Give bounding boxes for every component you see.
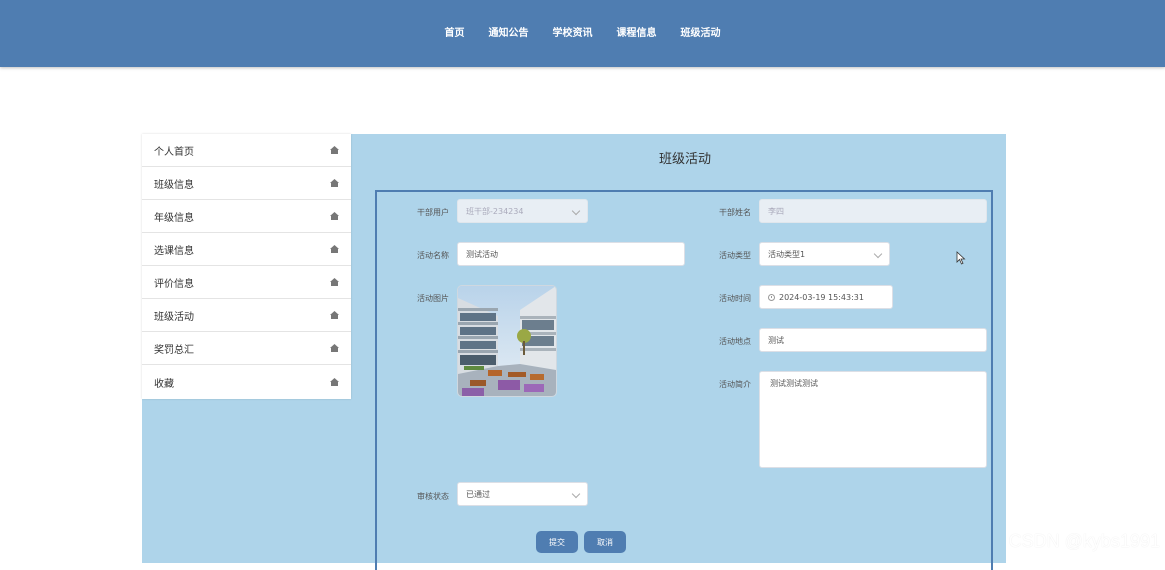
activity-intro-value: 测试测试测试: [770, 379, 818, 388]
activity-name-label: 活动名称: [417, 251, 449, 260]
activity-image[interactable]: [457, 285, 557, 397]
watermark: CSDN @kybs1991: [1008, 531, 1160, 551]
top-nav: 首页 通知公告 学校资讯 课程信息 班级活动: [0, 0, 1165, 67]
activity-type-label: 活动类型: [719, 251, 751, 260]
nav-item-class-activities[interactable]: 班级活动: [669, 0, 733, 67]
home-icon: [330, 245, 339, 253]
cadre-name-field: 李四: [759, 199, 987, 223]
cancel-button[interactable]: 取消: [584, 531, 626, 553]
sidebar-item-rewards-penalties[interactable]: 奖罚总汇: [142, 332, 351, 365]
submit-button[interactable]: 提交: [536, 531, 578, 553]
activity-name-value: 测试活动: [466, 249, 498, 259]
home-icon: [330, 179, 339, 187]
activity-intro-textarea[interactable]: 测试测试测试: [759, 371, 987, 468]
sidebar-item-label: 班级活动: [154, 311, 194, 323]
nav-item-school-news[interactable]: 学校资讯: [541, 0, 605, 67]
sidebar-item-label: 奖罚总汇: [154, 344, 194, 356]
home-icon: [330, 146, 339, 154]
activity-place-value: 测试: [768, 335, 784, 345]
home-icon: [330, 344, 339, 352]
sidebar-item-class-info[interactable]: 班级信息: [142, 167, 351, 200]
activity-intro-label: 活动简介: [719, 380, 751, 389]
cadre-name-label: 干部姓名: [719, 208, 751, 217]
review-status-value: 已通过: [466, 489, 490, 499]
activity-type-select[interactable]: 活动类型1: [759, 242, 890, 266]
sidebar-item-label: 个人首页: [154, 146, 194, 158]
page-title: 班级活动: [658, 152, 711, 167]
sidebar-item-class-activities[interactable]: 班级活动: [142, 299, 351, 332]
cadre-user-select: 班干部-234234: [457, 199, 588, 223]
nav-item-notices[interactable]: 通知公告: [477, 0, 541, 67]
activity-name-input[interactable]: 测试活动: [457, 242, 685, 266]
home-icon: [330, 278, 339, 286]
activity-place-input[interactable]: 测试: [759, 328, 987, 352]
activity-time-value: 2024-03-19 15:43:31: [779, 292, 864, 302]
activity-time-label: 活动时间: [719, 294, 751, 303]
cadre-user-value: 班干部-234234: [466, 206, 524, 216]
sidebar-item-favorites[interactable]: 收藏: [142, 365, 351, 399]
sidebar-item-profile-home[interactable]: 个人首页: [142, 134, 351, 167]
activity-time-picker[interactable]: 2024-03-19 15:43:31: [759, 285, 893, 309]
sidebar-item-evaluations[interactable]: 评价信息: [142, 266, 351, 299]
nav-item-courses[interactable]: 课程信息: [605, 0, 669, 67]
sidebar-item-label: 年级信息: [154, 212, 194, 224]
activity-type-value: 活动类型1: [768, 249, 806, 259]
activity-place-label: 活动地点: [719, 337, 751, 346]
home-icon: [330, 311, 339, 319]
review-status-label: 审核状态: [417, 492, 449, 501]
mouse-cursor-icon: [956, 250, 966, 269]
cadre-name-value: 李四: [768, 206, 784, 216]
sidebar-item-label: 收藏: [154, 378, 174, 390]
sidebar-item-label: 选课信息: [154, 245, 194, 257]
cadre-user-label: 干部用户: [417, 208, 449, 217]
review-status-select[interactable]: 已通过: [457, 482, 588, 506]
sidebar-item-label: 评价信息: [154, 278, 194, 290]
home-icon: [330, 378, 339, 386]
activity-image-label: 活动图片: [417, 294, 449, 303]
sidebar-item-course-selection[interactable]: 选课信息: [142, 233, 351, 266]
sidebar: 个人首页 班级信息 年级信息 选课信息 评价信息 班级活动 奖罚总汇 收藏: [142, 134, 351, 399]
home-icon: [330, 212, 339, 220]
clock-icon: [768, 293, 775, 301]
sidebar-item-label: 班级信息: [154, 179, 194, 191]
chevron-down-icon: [873, 249, 883, 259]
sidebar-item-grade-info[interactable]: 年级信息: [142, 200, 351, 233]
nav-item-home[interactable]: 首页: [433, 0, 477, 67]
chevron-down-icon: [571, 206, 581, 216]
chevron-down-icon: [571, 489, 581, 499]
